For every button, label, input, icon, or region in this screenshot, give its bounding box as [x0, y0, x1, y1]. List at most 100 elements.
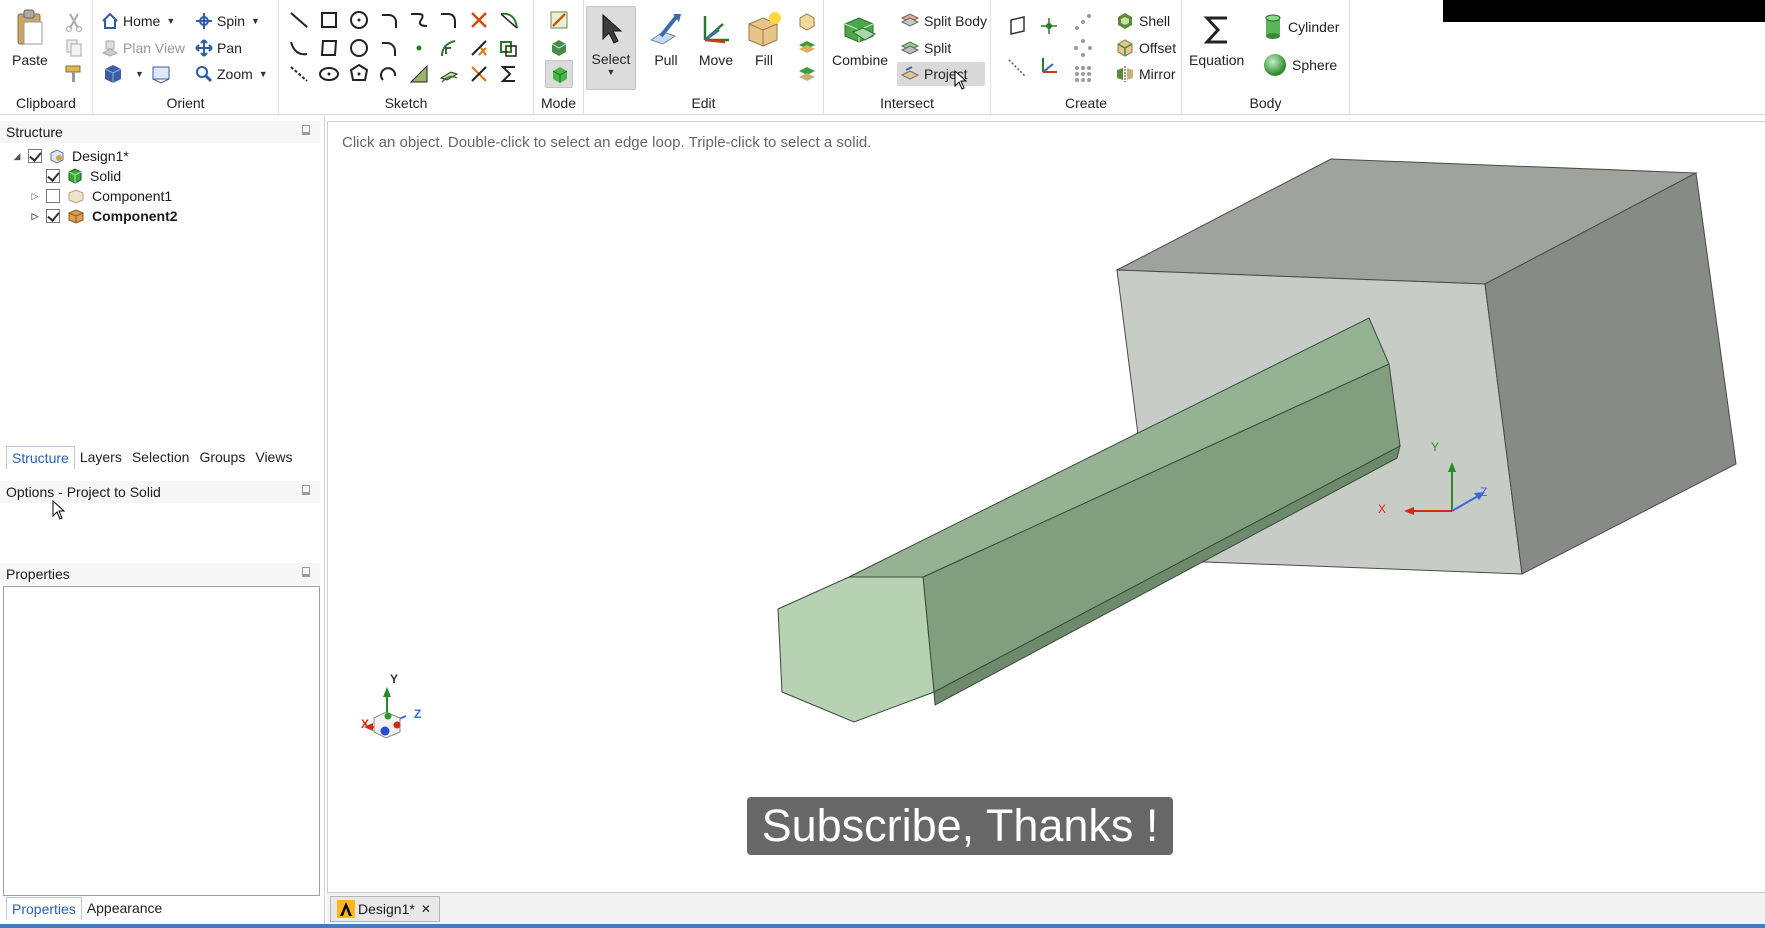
paste-button[interactable]: Paste: [12, 8, 48, 68]
pin-icon[interactable]: [302, 125, 310, 135]
zoom-button[interactable]: Zoom ▼: [195, 62, 268, 86]
properties-grid[interactable]: [3, 586, 320, 896]
group-clipboard: Paste Clipboard: [0, 0, 93, 115]
sweep-curve-icon[interactable]: [437, 36, 461, 60]
split-line-icon[interactable]: [467, 62, 491, 86]
trim-tool-icon[interactable]: [467, 8, 491, 32]
combine-button[interactable]: Combine: [832, 10, 888, 68]
tab-properties[interactable]: Properties: [6, 897, 82, 920]
offset-curve-icon[interactable]: [497, 36, 521, 60]
tree-item-component2[interactable]: ▷ Component2: [30, 206, 178, 226]
fill-button[interactable]: Fill: [745, 10, 783, 68]
select-button[interactable]: Select ▼: [586, 6, 636, 90]
section-mode-icon[interactable]: [547, 36, 571, 60]
rectangle-tool-icon[interactable]: [317, 8, 341, 32]
three-point-arc-icon[interactable]: [377, 36, 401, 60]
select-dropdown-icon[interactable]: ▼: [607, 67, 616, 77]
copy-icon[interactable]: [62, 36, 86, 60]
expand-icon[interactable]: ▷: [30, 211, 40, 222]
shell-button[interactable]: Shell: [1115, 9, 1170, 33]
pull-button[interactable]: Pull: [647, 10, 685, 68]
cut-icon[interactable]: [62, 10, 86, 34]
polygon-tool-icon[interactable]: [347, 62, 371, 86]
tab-views[interactable]: Views: [250, 446, 297, 469]
ellipse-tool-icon[interactable]: [317, 62, 341, 86]
hex-bar-end-face[interactable]: [777, 576, 935, 723]
extend-tool-icon[interactable]: [467, 36, 491, 60]
construction-line-icon[interactable]: [287, 62, 311, 86]
swept-arc-tool-icon[interactable]: [377, 62, 401, 86]
design-icon: [50, 149, 64, 164]
tree-checkbox[interactable]: [46, 189, 60, 203]
pan-label: Pan: [217, 40, 242, 56]
bend-tool-icon[interactable]: [437, 62, 461, 86]
tree-item-design[interactable]: ◢ Design1*: [12, 146, 129, 166]
home-button[interactable]: Home ▼: [101, 9, 175, 33]
3d-mode-button[interactable]: [545, 60, 573, 88]
three-point-circle-icon[interactable]: [347, 36, 371, 60]
face-curve-icon[interactable]: [407, 62, 431, 86]
pin-icon[interactable]: [302, 485, 310, 495]
tab-layers[interactable]: Layers: [75, 446, 127, 469]
model-geometry[interactable]: [328, 122, 1765, 893]
sweep-arc-icon[interactable]: [497, 8, 521, 32]
cylinder-button[interactable]: Cylinder: [1262, 13, 1339, 41]
tangent-arc-icon[interactable]: [437, 8, 461, 32]
tab-structure[interactable]: Structure: [6, 446, 75, 469]
plan-view-button[interactable]: Plan View: [101, 36, 185, 60]
zoom-icon: [196, 66, 213, 83]
project-button[interactable]: Project: [897, 62, 985, 86]
cylinder-icon: [1265, 14, 1281, 39]
display-icon[interactable]: [149, 62, 173, 86]
line-tool-icon[interactable]: [287, 8, 311, 32]
split-button[interactable]: Split: [900, 36, 951, 60]
tab-appearance[interactable]: Appearance: [82, 897, 168, 920]
format-painter-icon[interactable]: [62, 62, 86, 86]
sum-tool-icon[interactable]: [497, 62, 521, 86]
plane-icon[interactable]: [1005, 14, 1029, 38]
pin-icon[interactable]: [302, 567, 310, 577]
split-body-button[interactable]: Split Body: [900, 9, 987, 33]
revolve-icon[interactable]: [795, 62, 819, 86]
document-tab[interactable]: Design1* ✕: [330, 896, 440, 922]
origin-icon[interactable]: [1037, 14, 1061, 38]
circle-tool-icon[interactable]: [347, 8, 371, 32]
polygon-rect-icon[interactable]: [317, 36, 341, 60]
3d-viewport[interactable]: Click an object. Double-click to select …: [327, 121, 1765, 892]
arc-tool-icon[interactable]: [377, 8, 401, 32]
view-dropdown-icon[interactable]: ▼: [135, 69, 144, 79]
tree-item-solid[interactable]: Solid: [46, 166, 121, 186]
spin-dropdown-icon[interactable]: ▼: [251, 16, 260, 26]
blend-icon[interactable]: [795, 10, 819, 34]
offset-button[interactable]: Offset: [1115, 36, 1176, 60]
tree-checkbox[interactable]: [46, 169, 60, 183]
spline-tool-icon[interactable]: [407, 8, 431, 32]
linear-pattern-icon[interactable]: [1071, 10, 1095, 34]
axis-icon[interactable]: [1005, 56, 1029, 80]
fill-pattern-icon[interactable]: [1071, 62, 1095, 86]
sweep-icon[interactable]: [795, 36, 819, 60]
home-icon: [102, 12, 118, 29]
tree-checkbox[interactable]: [46, 209, 60, 223]
zoom-dropdown-icon[interactable]: ▼: [259, 69, 268, 79]
tab-selection[interactable]: Selection: [127, 446, 195, 469]
pan-button[interactable]: Pan: [195, 36, 242, 60]
tab-groups[interactable]: Groups: [194, 446, 250, 469]
view-cube-icon[interactable]: [101, 62, 125, 86]
spin-button[interactable]: Spin ▼: [195, 9, 260, 33]
circular-pattern-icon[interactable]: [1071, 36, 1095, 60]
collapse-icon[interactable]: ◢: [12, 151, 22, 162]
mirror-button[interactable]: Mirror: [1115, 62, 1176, 86]
expand-icon[interactable]: ▷: [30, 191, 40, 202]
home-dropdown-icon[interactable]: ▼: [166, 16, 175, 26]
sphere-button[interactable]: Sphere: [1262, 51, 1337, 79]
spline-point-icon[interactable]: [287, 36, 311, 60]
move-button[interactable]: Move: [697, 10, 735, 68]
close-tab-icon[interactable]: ✕: [421, 902, 431, 916]
point-tool-icon[interactable]: [407, 36, 431, 60]
equation-button[interactable]: Equation: [1189, 12, 1244, 68]
tree-checkbox[interactable]: [28, 149, 42, 163]
tree-item-component1[interactable]: ▷ Component1: [30, 186, 173, 206]
coordinate-system-icon[interactable]: [1037, 54, 1061, 78]
sketch-mode-icon[interactable]: [547, 8, 571, 32]
